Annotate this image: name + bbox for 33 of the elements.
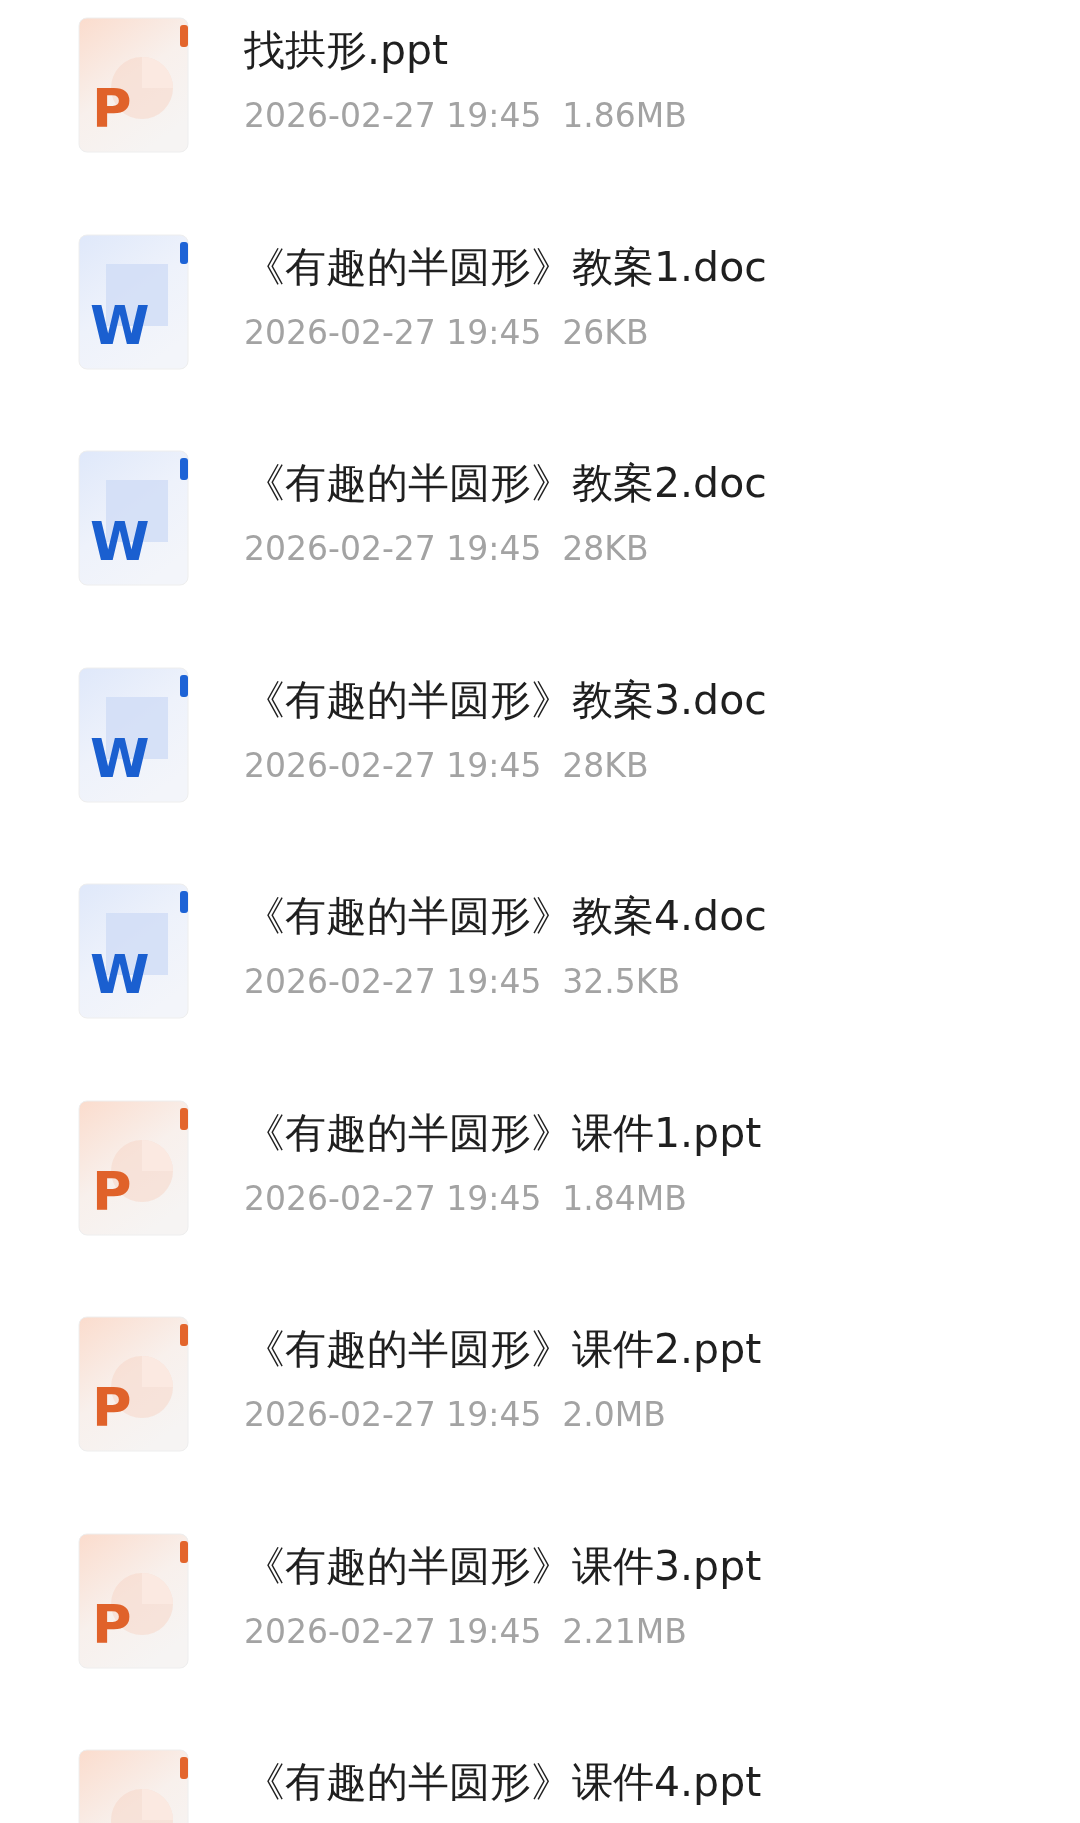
presentation-file-icon (78, 1532, 191, 1669)
file-name[interactable]: 《有趣的半圆形》教案3.doc (244, 674, 767, 725)
file-details: 2026-02-27 19:45 32.5KB (244, 961, 682, 1003)
icon-letter: P (92, 1163, 132, 1220)
file-name[interactable]: 《有趣的半圆形》课件4.ppt (244, 1757, 762, 1807)
presentation-file-icon (78, 1099, 191, 1236)
file-details: 2026-02-27 19:45 1.84MB (244, 1177, 688, 1220)
presentation-file-icon (78, 17, 191, 153)
file-details: 2026-02-27 19:45 28KB (244, 744, 650, 787)
file-name[interactable]: 《有趣的半圆形》教案2.doc (244, 458, 767, 508)
file-details: 2026-02-27 19:45 1.86MB (244, 95, 687, 137)
document-file-icon (78, 233, 191, 370)
icon-letter: P (92, 81, 132, 137)
file-name[interactable]: 找拱形.ppt (244, 25, 687, 75)
file-details: 2026-02-27 19:45 2.21MB (244, 1610, 688, 1653)
document-file-icon (78, 883, 191, 1019)
file-details: 2026-02-27 19:45 28KB (244, 528, 650, 570)
icon-letter: W (90, 514, 150, 570)
file-name[interactable]: 《有趣的半圆形》教案4.doc (244, 891, 767, 941)
icon-letter: P (92, 1380, 132, 1436)
presentation-file-icon (78, 1316, 191, 1452)
file-name[interactable]: 《有趣的半圆形》课件2.ppt (244, 1324, 762, 1374)
file-name[interactable]: 《有趣的半圆形》课件3.ppt (244, 1540, 762, 1591)
document-file-icon (78, 450, 191, 586)
icon-letter: W (90, 297, 150, 354)
icon-letter: W (90, 730, 150, 787)
file-details: 2026-02-27 19:45 26KB (244, 311, 650, 354)
file-name[interactable]: 《有趣的半圆形》课件1.ppt (244, 1107, 762, 1158)
file-details: 2026-02-27 19:45 2.0MB (244, 1394, 667, 1436)
icon-letter: W (90, 947, 150, 1003)
document-file-icon (78, 666, 191, 803)
file-name[interactable]: 《有趣的半圆形》教案1.doc (244, 241, 767, 292)
icon-letter: P (92, 1596, 132, 1653)
